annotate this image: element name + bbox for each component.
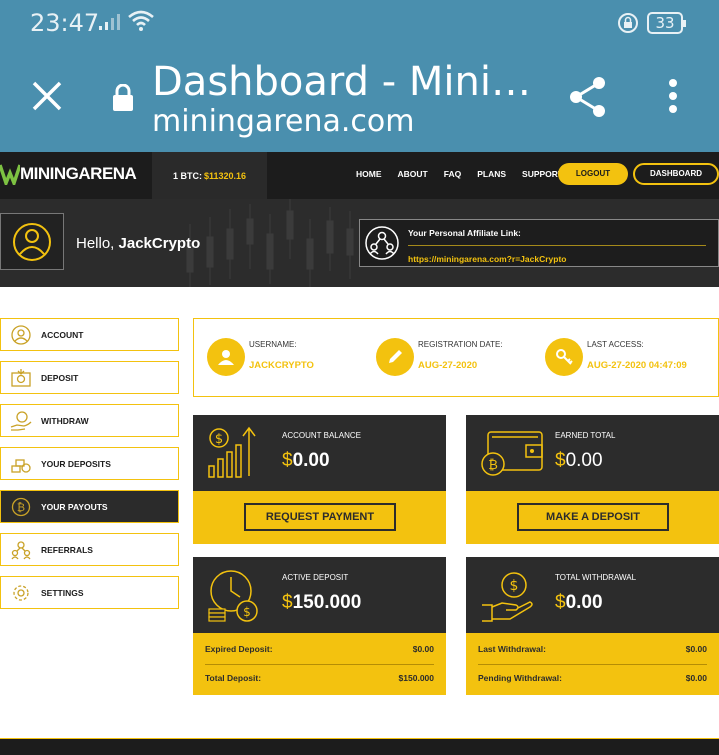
- logo-mark-icon: [0, 164, 20, 185]
- earned-total-card: ₿ EARNED TOTAL $0.00 MAKE A DEPOSIT: [466, 415, 719, 544]
- dashboard-button[interactable]: DASHBOARD: [633, 163, 719, 185]
- request-payment-button[interactable]: REQUEST PAYMENT: [244, 503, 396, 531]
- deposit-icon: [11, 368, 31, 387]
- affiliate-label: Your Personal Affiliate Link:: [408, 228, 521, 238]
- balance-amount: $0.00: [282, 450, 330, 471]
- sidebar-item-label: ACCOUNT: [41, 329, 84, 340]
- sidebar-item-label: SETTINGS: [41, 587, 84, 598]
- sidebar-item-settings[interactable]: SETTINGS: [0, 576, 179, 609]
- pending-withdrawal-row: Pending Withdrawal: $0.00: [478, 673, 707, 683]
- nav-support[interactable]: SUPPORT: [522, 169, 563, 179]
- username: JackCrypto: [118, 235, 201, 252]
- clock-coins-icon: $: [208, 570, 258, 622]
- svg-text:₿: ₿: [17, 501, 25, 514]
- divider: [478, 664, 707, 665]
- withdraw-icon: [10, 410, 32, 431]
- sidebar-item-deposit[interactable]: DEPOSIT: [0, 361, 179, 394]
- nav-plans[interactable]: PLANS: [477, 169, 506, 179]
- divider: [408, 245, 706, 246]
- avatar: [0, 213, 64, 270]
- make-deposit-button[interactable]: MAKE A DEPOSIT: [517, 503, 669, 531]
- nav-about[interactable]: ABOUT: [398, 169, 428, 179]
- clock: 23:47: [30, 9, 100, 37]
- svg-text:$: $: [510, 578, 519, 594]
- sidebar-item-referrals[interactable]: REFERRALS: [0, 533, 179, 566]
- svg-text:$: $: [243, 605, 251, 619]
- sidebar-item-your-payouts[interactable]: ₿ YOUR PAYOUTS: [0, 490, 179, 523]
- nav-home[interactable]: HOME: [356, 169, 382, 179]
- user-icon: [11, 324, 31, 345]
- browser-toolbar: Dashboard - Mini… miningarena.com: [0, 46, 719, 152]
- wifi-icon: [128, 10, 154, 31]
- active-deposit-amount: $150.000: [282, 592, 362, 613]
- sidebar: ACCOUNT DEPOSIT WITHDRAW YOUR DEPOSITS ₿…: [0, 318, 179, 619]
- hand-coin-icon: $: [482, 572, 533, 622]
- divider: [205, 664, 434, 665]
- close-icon[interactable]: [30, 79, 64, 113]
- sidebar-item-label: REFERRALS: [41, 544, 93, 555]
- sidebar-item-label: YOUR DEPOSITS: [41, 458, 111, 469]
- site-logo[interactable]: MININGARENA: [0, 158, 137, 190]
- sidebar-item-label: WITHDRAW: [41, 415, 89, 426]
- referrals-icon: [11, 540, 31, 559]
- nav-faq[interactable]: FAQ: [444, 169, 461, 179]
- sidebar-item-label: YOUR PAYOUTS: [41, 501, 108, 512]
- sidebar-item-withdraw[interactable]: WITHDRAW: [0, 404, 179, 437]
- btc-price: 1 BTC: $11320.16: [152, 152, 267, 199]
- nav-links: HOME ABOUT FAQ PLANS SUPPORT: [356, 169, 579, 179]
- last-withdrawal-row: Last Withdrawal: $0.00: [478, 644, 707, 654]
- svg-text:₿: ₿: [488, 458, 498, 473]
- user-hero: Hello, JackCrypto Your Personal Affiliat…: [0, 199, 719, 287]
- page-title: Dashboard - Mini…: [152, 59, 531, 105]
- expired-deposit-row: Expired Deposit: $0.00: [205, 644, 434, 654]
- padlock-icon: [113, 84, 133, 111]
- affiliate-link-box: Your Personal Affiliate Link: https://mi…: [359, 219, 719, 267]
- affiliate-link[interactable]: https://miningarena.com?r=JackCrypto: [408, 254, 566, 264]
- active-deposit-card: $ ACTIVE DEPOSIT $150.000 Expired Deposi…: [193, 557, 446, 695]
- last-access-value: AUG-27-2020 04:47:09: [587, 360, 687, 371]
- signal-icon: [99, 14, 120, 30]
- coins-icon: [11, 458, 31, 473]
- sidebar-item-your-deposits[interactable]: YOUR DEPOSITS: [0, 447, 179, 480]
- footer: [0, 738, 719, 755]
- gear-icon: [13, 584, 29, 601]
- sidebar-item-account[interactable]: ACCOUNT: [0, 318, 179, 351]
- rotation-lock-icon: [618, 13, 638, 33]
- earned-amount: $0.00: [555, 450, 603, 471]
- withdrawal-amount: $0.00: [555, 592, 603, 613]
- user-badge-icon: [207, 338, 245, 376]
- key-icon: [545, 338, 583, 376]
- total-withdrawal-card: $ TOTAL WITHDRAWAL $0.00 Last Withdrawal…: [466, 557, 719, 695]
- battery-indicator: 33: [647, 12, 686, 34]
- more-options-icon[interactable]: [668, 78, 678, 114]
- logout-button[interactable]: LOGOUT: [558, 163, 628, 185]
- site-header: MININGARENA 1 BTC: $11320.16 HOME ABOUT …: [0, 152, 719, 199]
- registration-value: AUG-27-2020: [418, 360, 478, 371]
- bitcoin-icon: ₿: [11, 497, 31, 516]
- pencil-icon: [376, 338, 414, 376]
- svg-text:$: $: [215, 432, 223, 447]
- status-bar: 23:47 33: [0, 0, 719, 46]
- share-icon[interactable]: [568, 76, 608, 118]
- growth-chart-icon: $: [208, 426, 256, 478]
- account-info-bar: USERNAME: JACKCRYPTO REGISTRATION DATE: …: [193, 318, 719, 397]
- total-deposit-row: Total Deposit: $150.000: [205, 673, 434, 683]
- greeting: Hello, JackCrypto: [76, 235, 201, 252]
- account-balance-card: $ ACCOUNT BALANCE $0.00 REQUEST PAYMENT: [193, 415, 446, 544]
- page-domain[interactable]: miningarena.com: [152, 104, 415, 139]
- username-value: JACKCRYPTO: [249, 360, 314, 371]
- affiliate-network-icon: [365, 226, 399, 260]
- wallet-icon: ₿: [481, 431, 543, 476]
- sidebar-item-label: DEPOSIT: [41, 372, 79, 383]
- user-avatar-icon: [13, 223, 51, 261]
